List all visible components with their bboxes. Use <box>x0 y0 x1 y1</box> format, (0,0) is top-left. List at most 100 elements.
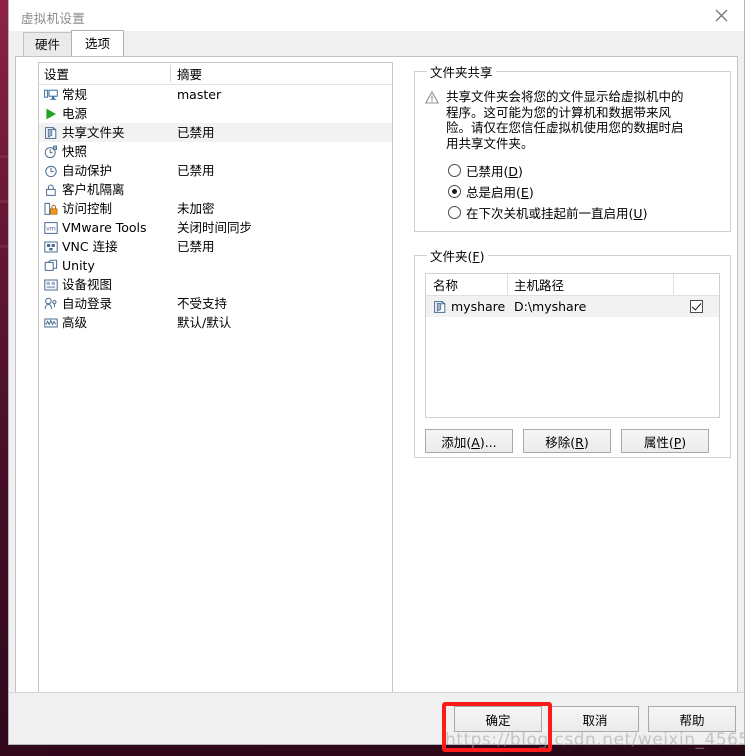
settings-row-name: 常规 <box>39 85 170 104</box>
autoprotect-icon <box>44 164 58 178</box>
sharing-radio-0[interactable]: 已禁用(D) <box>448 160 720 181</box>
settings-row-name: 设备视图 <box>39 275 170 294</box>
settings-row-12[interactable]: 高级 默认/默认 <box>39 313 392 332</box>
settings-row-7[interactable]: vm VMware Tools 关闭时间同步 <box>39 218 392 237</box>
settings-row-2[interactable]: 共享文件夹 已禁用 <box>39 123 392 142</box>
window-title: 虚拟机设置 <box>21 11 86 26</box>
settings-row-summary: 关闭时间同步 <box>177 220 253 235</box>
unity-icon <box>44 259 58 273</box>
access-control-icon <box>44 202 58 216</box>
settings-row-name: 访问控制 <box>39 199 170 218</box>
settings-row-label: 电源 <box>62 106 88 121</box>
settings-row-10[interactable]: 设备视图 <box>39 275 392 294</box>
monitor-icon <box>44 88 58 102</box>
settings-row-label: 自动登录 <box>62 296 113 311</box>
settings-row-6[interactable]: 访问控制 未加密 <box>39 199 392 218</box>
shared-folder-icon <box>44 126 58 140</box>
settings-row-name: 电源 <box>39 104 170 123</box>
folders-group: 文件夹(F) 名称 主机路径 myshare D:\myshare 添加(A)..… <box>414 246 731 458</box>
tab-strip: 硬件 选项 <box>9 30 744 56</box>
settings-row-label: 客户机隔离 <box>62 182 125 197</box>
folders-button-1[interactable]: 移除(R) <box>523 429 611 453</box>
sharing-radio-1[interactable]: 总是启用(E) <box>448 181 720 202</box>
lock-icon <box>44 183 58 197</box>
settings-row-label: Unity <box>62 258 95 273</box>
footer-button-1[interactable]: 取消 <box>551 706 639 732</box>
auto-login-icon <box>44 297 58 311</box>
settings-row-summary: master <box>177 87 222 102</box>
folders-table[interactable]: 名称 主机路径 myshare D:\myshare <box>425 273 720 418</box>
settings-row-name: 客户机隔离 <box>39 180 170 199</box>
settings-row-label: 共享文件夹 <box>62 125 125 140</box>
settings-row-label: VNC 连接 <box>62 239 118 254</box>
radio-mark-icon <box>448 164 461 177</box>
sharing-radio-2[interactable]: 在下次关机或挂起前一直启用(U) <box>448 202 720 223</box>
sharing-radio-label: 总是启用(E) <box>466 185 534 200</box>
folder-sharing-warning-text: 共享文件夹会将您的文件显示给虚拟机中的程序。这可能为您的计算机和数据带来风险。请… <box>446 89 684 151</box>
close-icon[interactable] <box>698 0 744 31</box>
column-header-summary: 摘要 <box>177 67 203 82</box>
settings-row-11[interactable]: 自动登录 不受支持 <box>39 294 392 313</box>
folder-sharing-warning: 共享文件夹会将您的文件显示给虚拟机中的程序。这可能为您的计算机和数据带来风险。请… <box>425 89 720 151</box>
folder-sharing-radio-group: 已禁用(D) 总是启用(E) 在下次关机或挂起前一直启用(U) <box>448 160 720 223</box>
folders-table-header: 名称 主机路径 <box>426 274 719 296</box>
folders-button-row: 添加(A)... 移除(R) 属性(P) <box>425 429 720 453</box>
snapshot-icon <box>44 145 58 159</box>
column-header-name: 设置 <box>44 67 70 82</box>
settings-row-summary: 默认/默认 <box>177 315 232 330</box>
settings-row-9[interactable]: Unity <box>39 256 392 275</box>
settings-row-1[interactable]: 电源 <box>39 104 392 123</box>
settings-row-4[interactable]: 自动保护 已禁用 <box>39 161 392 180</box>
settings-row-label: 自动保护 <box>62 163 113 178</box>
dialog-footer: 确定 取消 帮助 <box>9 692 744 744</box>
settings-list[interactable]: 设置 摘要 常规 master 电源 共享文件夹 已禁用 快照 自动保护 已禁用 客户机隔离 访问… <box>38 62 393 712</box>
settings-row-label: 常规 <box>62 87 88 102</box>
shared-folder-icon <box>433 300 447 314</box>
settings-row-0[interactable]: 常规 master <box>39 85 392 104</box>
settings-row-8[interactable]: VNC 连接 已禁用 <box>39 237 392 256</box>
folders-legend: 文件夹(F) <box>430 249 485 264</box>
right-pane: 文件夹共享 共享文件夹会将您的文件显示给虚拟机中的程序。这可能为您的计算机和数据… <box>414 62 731 472</box>
svg-text:vm: vm <box>46 225 56 232</box>
folder-row-path: D:\myshare <box>514 299 587 314</box>
settings-row-summary: 已禁用 <box>177 163 215 178</box>
settings-row-summary: 不受支持 <box>177 296 228 311</box>
folder-row-0[interactable]: myshare D:\myshare <box>426 296 719 317</box>
tab-hardware[interactable]: 硬件 <box>23 32 73 56</box>
folders-table-rows: myshare D:\myshare <box>426 296 719 317</box>
folders-button-2[interactable]: 属性(P) <box>621 429 709 453</box>
settings-row-label: 快照 <box>62 144 88 159</box>
folder-row-enabled-cell <box>674 300 719 313</box>
vnc-icon <box>44 240 58 254</box>
sharing-radio-label: 已禁用(D) <box>466 164 523 179</box>
footer-button-0[interactable]: 确定 <box>454 706 542 732</box>
radio-mark-icon <box>448 206 461 219</box>
folder-enabled-checkbox[interactable] <box>690 300 703 313</box>
options-panel: 设置 摘要 常规 master 电源 共享文件夹 已禁用 快照 自动保护 已禁用 客户机隔离 访问… <box>15 56 738 712</box>
settings-row-name: 高级 <box>39 313 170 332</box>
settings-row-5[interactable]: 客户机隔离 <box>39 180 392 199</box>
title-bar: 虚拟机设置 <box>9 0 744 31</box>
settings-row-label: VMware Tools <box>62 220 147 235</box>
settings-row-name: 共享文件夹 <box>39 123 170 142</box>
footer-button-row: 确定 取消 帮助 <box>454 706 736 732</box>
settings-row-name: VNC 连接 <box>39 237 170 256</box>
settings-row-name: vm VMware Tools <box>39 218 170 237</box>
footer-button-2[interactable]: 帮助 <box>648 706 736 732</box>
settings-row-name: Unity <box>39 256 170 275</box>
radio-mark-icon <box>448 185 461 198</box>
sharing-radio-label: 在下次关机或挂起前一直启用(U) <box>466 206 648 221</box>
folders-column-path: 主机路径 <box>508 274 674 295</box>
device-view-icon <box>44 278 58 292</box>
tab-options[interactable]: 选项 <box>71 30 125 56</box>
settings-list-header: 设置 摘要 <box>39 63 392 85</box>
folders-button-0[interactable]: 添加(A)... <box>425 429 513 453</box>
folder-sharing-legend: 文件夹共享 <box>430 65 493 80</box>
settings-row-name: 自动登录 <box>39 294 170 313</box>
settings-row-label: 设备视图 <box>62 277 113 292</box>
settings-row-3[interactable]: 快照 <box>39 142 392 161</box>
settings-row-summary: 未加密 <box>177 201 215 216</box>
folder-name-label: myshare <box>451 299 506 314</box>
folder-row-name: myshare <box>426 299 508 314</box>
settings-row-summary: 已禁用 <box>177 239 215 254</box>
